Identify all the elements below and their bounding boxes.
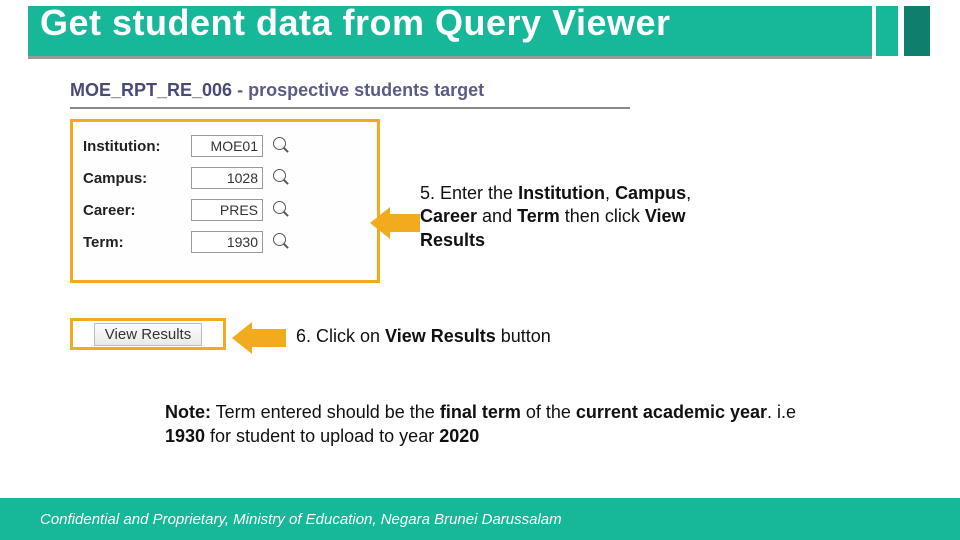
footer-text: Confidential and Proprietary, Ministry o… [40, 511, 562, 528]
label-term: Term: [83, 234, 191, 251]
view-results-highlight: View Results [70, 318, 226, 350]
divider [70, 107, 630, 109]
page-title: Get student data from Query Viewer [40, 2, 671, 44]
input-campus[interactable] [191, 167, 263, 189]
input-career[interactable] [191, 199, 263, 221]
row-institution: Institution: [83, 130, 367, 162]
lookup-icon[interactable] [273, 169, 291, 187]
arrow-left-icon [370, 207, 420, 239]
parameter-form: Institution: Campus: Career: Term: [70, 119, 380, 283]
label-campus: Campus: [83, 170, 191, 187]
lookup-icon[interactable] [273, 137, 291, 155]
title-underline [28, 56, 872, 59]
query-title: MOE_RPT_RE_006 - prospective students ta… [70, 80, 630, 101]
arrow-left-icon [232, 322, 286, 354]
row-career: Career: [83, 194, 367, 226]
input-institution[interactable] [191, 135, 263, 157]
instruction-step-6: 6. Click on View Results button [296, 326, 551, 347]
lookup-icon[interactable] [273, 233, 291, 251]
label-career: Career: [83, 202, 191, 219]
accent-bar-light [876, 6, 898, 56]
lookup-icon[interactable] [273, 201, 291, 219]
row-term: Term: [83, 226, 367, 258]
query-desc: - prospective students target [232, 80, 484, 100]
instruction-step-5: 5. Enter the Institution, Campus, Career… [420, 182, 720, 252]
input-term[interactable] [191, 231, 263, 253]
slide-title-bar: Get student data from Query Viewer [0, 0, 960, 62]
query-code: MOE_RPT_RE_006 [70, 80, 232, 100]
footer-bar: Confidential and Proprietary, Ministry o… [0, 498, 960, 540]
row-campus: Campus: [83, 162, 367, 194]
label-institution: Institution: [83, 138, 191, 155]
note-text: Note: Term entered should be the final t… [165, 400, 835, 449]
view-results-button[interactable]: View Results [94, 323, 202, 346]
accent-bar-dark [904, 6, 930, 56]
